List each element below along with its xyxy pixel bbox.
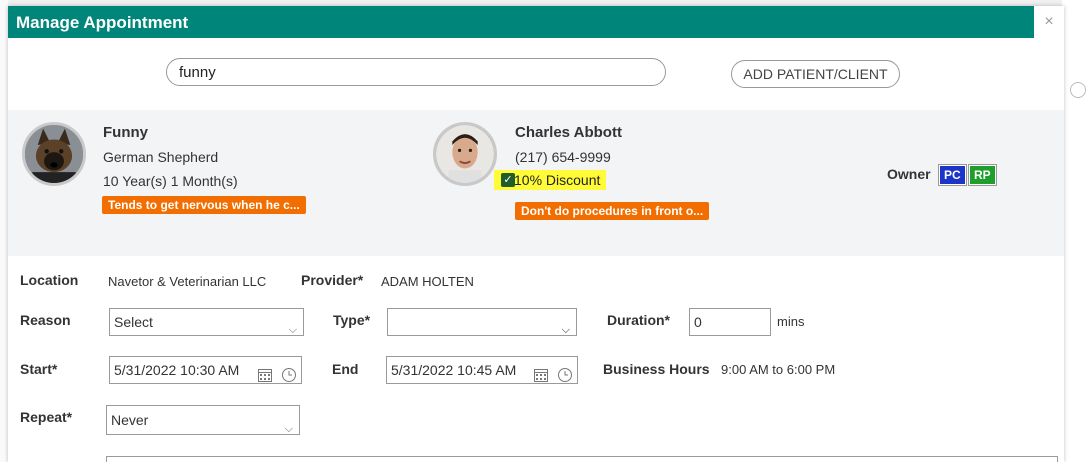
clock-icon[interactable] (557, 367, 573, 383)
clock-icon[interactable] (281, 367, 297, 383)
close-icon: × (1044, 13, 1054, 30)
patient-search-bar: ADD PATIENT/CLIENT (8, 38, 1064, 111)
client-phone: (217) 654-9999 (515, 149, 611, 165)
client-avatar[interactable] (433, 122, 497, 186)
location-label: Location (20, 272, 79, 288)
reason-label: Reason (20, 312, 71, 328)
duration-input[interactable] (689, 308, 771, 336)
modal-title: Manage Appointment (16, 13, 189, 32)
business-hours-value: 9:00 AM to 6:00 PM (721, 362, 836, 377)
end-label: End (332, 361, 359, 377)
client-alert-tag[interactable]: Don't do procedures in front o... (515, 202, 710, 220)
badge-rp[interactable]: RP (969, 165, 996, 185)
patient-alert-tag[interactable]: Tends to get nervous when he c... (102, 196, 306, 214)
duration-label: Duration* (607, 312, 670, 328)
modal-header: Manage Appointment (8, 6, 1034, 38)
patient-age: 10 Year(s) 1 Month(s) (103, 173, 238, 189)
client-discount: ✓ 10% Discount (494, 170, 607, 190)
background-right-edge (1062, 0, 1092, 462)
provider-label: Provider* (301, 272, 364, 288)
type-select[interactable]: ⌵ (387, 308, 577, 336)
provider-value: ADAM HOLTEN (381, 274, 474, 289)
close-button[interactable]: × (1034, 6, 1064, 38)
badge-pc[interactable]: PC (939, 165, 966, 185)
end-datetime-value: 5/31/2022 10:45 AM (391, 362, 517, 378)
reason-select-value: Select (114, 314, 153, 330)
patient-name[interactable]: Funny (103, 124, 148, 141)
background-left-edge (0, 0, 8, 462)
patient-client-info-panel: Funny German Shepherd 10 Year(s) 1 Month… (8, 110, 1064, 257)
person-photo-icon (436, 125, 494, 183)
patient-avatar[interactable] (22, 122, 86, 186)
add-patient-client-button[interactable]: ADD PATIENT/CLIENT (731, 60, 900, 88)
reason-select[interactable]: Select ⌵ (109, 308, 304, 336)
start-datetime-input[interactable]: 5/31/2022 10:30 AM (109, 356, 302, 384)
background-radio-icon (1070, 82, 1086, 98)
duration-unit: mins (777, 314, 805, 329)
business-hours-label: Business Hours (603, 361, 710, 377)
discount-label: 10% Discount (514, 172, 601, 188)
manage-appointment-modal: Manage Appointment × ADD PATIENT/CLIENT … (8, 6, 1064, 462)
location-value: Navetor & Veterinarian LLC (108, 274, 267, 289)
type-label: Type* (333, 312, 371, 328)
calendar-icon[interactable] (533, 367, 549, 383)
checkbox-checked-icon[interactable]: ✓ (501, 173, 515, 187)
chevron-down-icon: ⌵ (284, 423, 293, 435)
end-datetime-input[interactable]: 5/31/2022 10:45 AM (386, 356, 578, 384)
patient-search-input[interactable] (166, 58, 666, 86)
repeat-select[interactable]: Never ⌵ (106, 405, 300, 435)
comments-textarea[interactable] (106, 456, 1058, 462)
owner-label: Owner (887, 166, 931, 182)
patient-breed: German Shepherd (103, 149, 219, 165)
repeat-label: Repeat* (20, 409, 73, 425)
chevron-down-icon: ⌵ (288, 324, 297, 336)
start-label: Start* (20, 361, 58, 377)
calendar-icon[interactable] (257, 367, 273, 383)
chevron-down-icon: ⌵ (561, 324, 570, 336)
appointment-form: Location Navetor & Veterinarian LLC Prov… (8, 256, 1064, 462)
dog-photo-icon (25, 125, 83, 183)
repeat-select-value: Never (111, 412, 149, 428)
start-datetime-value: 5/31/2022 10:30 AM (114, 362, 240, 378)
client-name[interactable]: Charles Abbott (515, 124, 622, 141)
